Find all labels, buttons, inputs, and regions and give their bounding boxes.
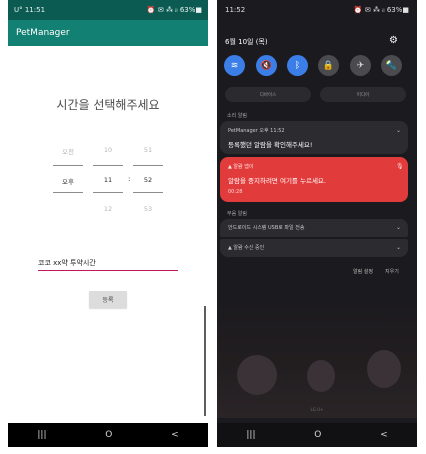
app-screen: U° 11:51 ⏰ ✉ ⁂ ᵢₗ 63%■ PetManager 시간을 선택… [8,0,208,447]
notification-body: ▲ 알람 수신 중인 [228,245,265,251]
register-button[interactable]: 등록 [89,291,127,308]
chevron-down-icon[interactable]: ⌄ [396,224,401,231]
home-button[interactable]: O [105,430,112,440]
picker-divider [93,165,123,166]
hour-selected[interactable]: 11 [93,176,123,184]
alarm-name-input[interactable]: 코코 xx약 투약시간 [38,258,178,271]
recents-button[interactable]: ||| [246,430,255,440]
lock-icon[interactable]: 🔒 [318,55,339,76]
status-bar: U° 11:51 ⏰ ✉ ⁂ ᵢₗ 63%■ [8,0,208,20]
system-notification[interactable]: 안드로이드 시스템 USB로 파일 전송 ⌄ [220,219,408,237]
sound-notifications-label: 소리 알림 [227,113,247,119]
notification-shade: 11:52 ⏰ ✉ ⁂ ᵢₗ 63%■ 6월 10일 (목) ⚙ ≋ 🔇 ᛒ 🔒… [217,0,417,447]
hour-above[interactable]: 10 [93,146,123,154]
back-button[interactable]: < [380,430,388,440]
picker-divider [93,192,123,193]
hour-below[interactable]: 12 [93,205,123,213]
app-bar: PetManager [8,20,208,46]
ampm-selected[interactable]: 오후 [53,176,83,186]
chevron-down-icon[interactable]: ⌄ [396,127,401,134]
media-button[interactable]: 미디어 [320,87,406,102]
app-title: PetManager [16,28,70,38]
navigation-bar: ||| O < [8,423,208,447]
flashlight-icon[interactable]: 🔦 [381,55,402,76]
clear-all-link[interactable]: 지우기 [385,268,399,275]
navigation-bar: ||| O < [217,423,417,447]
time-select-title: 시간을 선택해주세요 [56,98,160,112]
picker-divider [133,192,163,193]
carrier-brand: LG U+ [310,407,324,412]
scrollbar[interactable] [204,306,206,416]
status-time: 11:52 [225,6,246,14]
back-button[interactable]: < [171,430,179,440]
notification-body: 등록했던 알람을 확인해주세요! [228,141,313,149]
gear-icon[interactable]: ⚙ [389,35,398,46]
notification-app-line: PetManager 오후 11:52 [228,128,285,134]
picker-divider [133,165,163,166]
time-separator: : [128,175,131,183]
blurred-background [217,300,417,418]
background-blob [367,350,401,388]
alarm-elapsed-time: 00:28 [228,189,243,195]
airplane-icon[interactable]: ✈ [350,55,371,76]
bluetooth-icon[interactable]: ᛒ [287,55,308,76]
silent-notifications-label: 무음 알림 [227,211,247,217]
petmanager-notification[interactable]: PetManager 오후 11:52 ⌄ 등록했던 알람을 확인해주세요! [220,121,408,154]
chevron-down-icon[interactable]: ⌄ [396,244,401,251]
status-icons: ⏰ ✉ ⁂ ᵢₗ 63%■ [353,6,409,14]
ampm-above[interactable]: 오전 [53,146,83,156]
home-button[interactable]: O [314,430,321,440]
status-bar: 11:52 ⏰ ✉ ⁂ ᵢₗ 63%■ [217,0,417,20]
device-button[interactable]: 디바이스 [225,87,311,102]
status-icons: ⏰ ✉ ⁂ ᵢₗ 63%■ [146,6,202,14]
notification-settings-link[interactable]: 알림 설정 [353,268,373,275]
recents-button[interactable]: ||| [37,430,46,440]
background-blob [237,355,277,395]
mute-icon[interactable]: 🔇 [256,55,277,76]
background-blob [307,360,335,392]
notification-body: 안드로이드 시스템 USB로 파일 전송 [228,225,305,231]
minute-selected[interactable]: 52 [133,176,163,184]
notification-body: 알람을 중지하려면 여기를 누르세요. [228,177,326,185]
minute-above[interactable]: 51 [133,146,163,154]
picker-divider [53,165,83,166]
wifi-icon[interactable]: ≋ [224,55,245,76]
minute-below[interactable]: 53 [133,205,163,213]
alarm-notification[interactable]: ▲ 알람 앱이 🎙 알람을 중지하려면 여기를 누르세요. 00:28 [220,157,408,202]
mic-icon: 🎙 [396,163,404,170]
status-time: U° 11:51 [14,6,46,14]
date-label: 6월 10일 (목) [225,38,268,46]
alarm-app-notification[interactable]: ▲ 알람 수신 중인 ⌄ [220,239,408,257]
picker-divider [53,192,83,193]
notification-app-line: ▲ 알람 앱이 [228,164,254,170]
